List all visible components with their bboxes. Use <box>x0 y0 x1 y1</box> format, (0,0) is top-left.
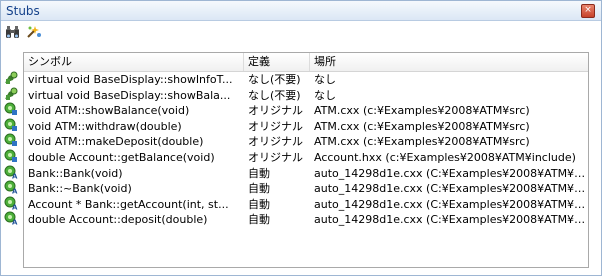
virtual-function-icon <box>4 87 18 101</box>
table-row[interactable]: Account * Bank::getAccount(int, st... 自動 a… <box>24 197 588 213</box>
symbol-cell: void ATM::showBalance(void) <box>28 104 190 118</box>
table-row[interactable]: virtual void BaseDisplay::showBala... なし(… <box>24 88 588 104</box>
auto-function-icon: A <box>4 196 18 211</box>
svg-text:A: A <box>12 172 18 179</box>
table-row[interactable]: void ATM::makeDeposit(double) オリジナル ATM.cx… <box>24 134 588 150</box>
svg-text:A: A <box>12 219 18 226</box>
symbol-cell: virtual void BaseDisplay::showBala... <box>28 88 231 102</box>
svg-text:A: A <box>12 203 18 210</box>
svg-text:A: A <box>12 188 18 195</box>
definition-cell: 自動 <box>248 166 270 180</box>
symbol-cell: void ATM::makeDeposit(double) <box>28 135 204 149</box>
auto-function-icon: A <box>4 211 18 227</box>
symbol-cell: Account * Bank::getAccount(int, st... <box>28 197 229 211</box>
definition-cell: 自動 <box>248 197 270 211</box>
panel-title: Stubs <box>6 4 40 18</box>
stub-wizard-icon[interactable] <box>26 24 42 40</box>
symbol-cell: void ATM::withdraw(double) <box>28 119 182 133</box>
location-cell: auto_14298d1e.cxx (C:¥Examples¥2008¥ATM¥… <box>314 197 588 211</box>
symbol-cell: double Account::getBalance(void) <box>28 150 215 164</box>
original-function-icon <box>4 133 18 147</box>
auto-function-icon: A <box>4 180 18 196</box>
table-body: virtual void BaseDisplay::showInfoT... なし… <box>24 72 588 228</box>
table-row[interactable]: void ATM::showBalance(void) オリジナル ATM.cxx … <box>24 103 588 119</box>
symbol-cell: Bank::~Bank(void) <box>28 182 132 196</box>
location-cell: auto_14298d1e.cxx (C:¥Examples¥2008¥ATM¥… <box>314 166 588 180</box>
column-header-definition[interactable]: 定義 <box>244 53 310 71</box>
table-header: シンボル 定義 場所 <box>24 53 588 72</box>
table-row[interactable]: void ATM::withdraw(double) オリジナル ATM.cxx (… <box>24 119 588 135</box>
symbol-cell: double Account::deposit(double) <box>28 213 208 227</box>
location-cell: auto_14298d1e.cxx (C:¥Examples¥2008¥ATM¥… <box>314 213 588 227</box>
definition-cell: なし(不要) <box>248 88 301 102</box>
table-row[interactable]: virtual void BaseDisplay::showInfoT... なし… <box>24 72 588 88</box>
definition-cell: オリジナル <box>248 104 303 118</box>
symbol-cell: Bank::Bank(void) <box>28 166 123 180</box>
symbol-cell: virtual void BaseDisplay::showInfoT... <box>28 73 233 86</box>
definition-cell: オリジナル <box>248 135 303 149</box>
stubs-table: シンボル 定義 場所 virtual void BaseDisplay::sho… <box>23 52 589 268</box>
definition-cell: 自動 <box>248 182 270 196</box>
stubs-panel: Stubs × A A A A シンボル 定義 場所 virtual void Bas… <box>0 0 602 276</box>
virtual-function-icon <box>4 71 18 85</box>
location-cell: ATM.cxx (c:¥Examples¥2008¥ATM¥src) <box>314 119 530 133</box>
close-button[interactable]: × <box>581 4 595 18</box>
table-row[interactable]: double Account::deposit(double) 自動 auto_14… <box>24 212 588 228</box>
definition-cell: 自動 <box>248 213 270 227</box>
definition-cell: オリジナル <box>248 119 303 133</box>
original-function-icon <box>4 102 18 116</box>
table-row[interactable]: double Account::getBalance(void) オリジナル Acc… <box>24 150 588 166</box>
location-cell: ATM.cxx (c:¥Examples¥2008¥ATM¥src) <box>314 135 530 149</box>
toolbar <box>1 21 601 43</box>
location-cell: Account.hxx (c:¥Examples¥2008¥ATM¥includ… <box>314 150 576 164</box>
location-cell: なし <box>314 73 336 86</box>
definition-cell: オリジナル <box>248 150 303 164</box>
location-cell: ATM.cxx (c:¥Examples¥2008¥ATM¥src) <box>314 104 530 118</box>
definition-cell: なし(不要) <box>248 73 301 86</box>
row-icon-gutter: A A A A <box>1 52 23 266</box>
column-header-location[interactable]: 場所 <box>310 53 588 71</box>
original-function-icon <box>4 149 18 163</box>
location-cell: なし <box>314 88 336 102</box>
column-header-symbol[interactable]: シンボル <box>24 53 244 71</box>
table-row[interactable]: Bank::Bank(void) 自動 auto_14298d1e.cxx (C:¥… <box>24 166 588 182</box>
table-row[interactable]: Bank::~Bank(void) 自動 auto_14298d1e.cxx (C:… <box>24 181 588 197</box>
auto-function-icon: A <box>4 165 18 180</box>
panel-titlebar: Stubs × <box>1 1 601 21</box>
binoculars-icon[interactable] <box>5 24 21 40</box>
location-cell: auto_14298d1e.cxx (C:¥Examples¥2008¥ATM¥… <box>314 182 588 196</box>
original-function-icon <box>4 118 18 132</box>
